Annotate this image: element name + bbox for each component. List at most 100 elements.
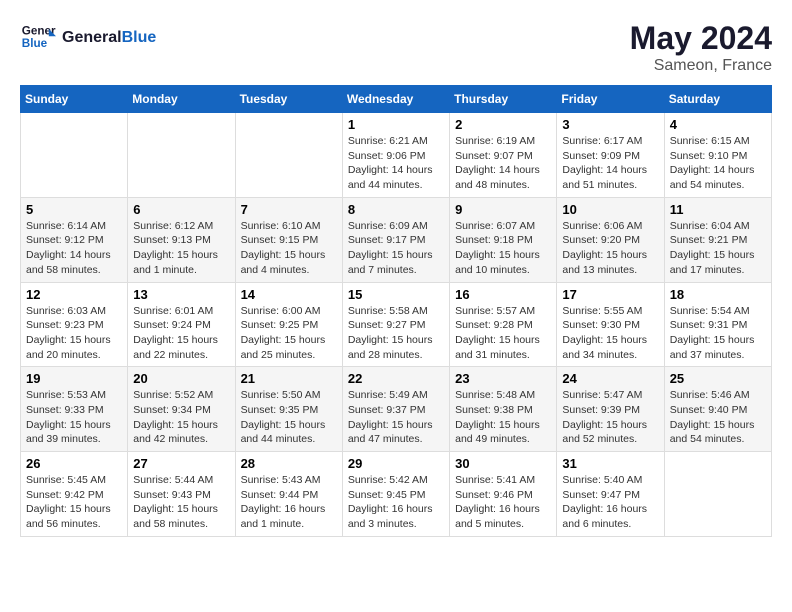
day-number: 30 — [455, 456, 551, 471]
day-number: 10 — [562, 202, 658, 217]
day-info: Sunrise: 6:12 AMSunset: 9:13 PMDaylight:… — [133, 219, 229, 278]
calendar-cell: 27 Sunrise: 5:44 AMSunset: 9:43 PMDayligh… — [128, 452, 235, 537]
svg-text:Blue: Blue — [22, 37, 48, 50]
day-info: Sunrise: 6:14 AMSunset: 9:12 PMDaylight:… — [26, 219, 122, 278]
day-number: 18 — [670, 287, 766, 302]
calendar-cell: 1Sunrise: 6:21 AMSunset: 9:06 PMDaylight… — [342, 113, 449, 198]
day-number: 6 — [133, 202, 229, 217]
day-info: Sunrise: 6:01 AMSunset: 9:24 PMDaylight:… — [133, 304, 229, 363]
day-number: 13 — [133, 287, 229, 302]
calendar-cell: 25Sunrise: 5:46 AMSunset: 9:40 PMDayligh… — [664, 367, 771, 452]
day-info: Sunrise: 6:04 AMSunset: 9:21 PMDaylight:… — [670, 219, 766, 278]
day-number: 11 — [670, 202, 766, 217]
logo: General Blue GeneralBlue — [20, 20, 156, 56]
day-number: 4 — [670, 117, 766, 132]
calendar-cell: 10 Sunrise: 6:06 AMSunset: 9:20 PMDayligh… — [557, 197, 664, 282]
calendar-cell: 28Sunrise: 5:43 AMSunset: 9:44 PMDayligh… — [235, 452, 342, 537]
calendar-cell: 29Sunrise: 5:42 AMSunset: 9:45 PMDayligh… — [342, 452, 449, 537]
day-number: 22 — [348, 371, 444, 386]
calendar-cell: 18Sunrise: 5:54 AMSunset: 9:31 PMDayligh… — [664, 282, 771, 367]
day-info: Sunrise: 5:58 AMSunset: 9:27 PMDaylight:… — [348, 304, 444, 363]
calendar-cell: 4Sunrise: 6:15 AMSunset: 9:10 PMDaylight… — [664, 113, 771, 198]
day-header-wednesday: Wednesday — [342, 86, 449, 113]
day-number: 23 — [455, 371, 551, 386]
calendar-cell: 24Sunrise: 5:47 AMSunset: 9:39 PMDayligh… — [557, 367, 664, 452]
day-number: 14 — [241, 287, 337, 302]
logo-icon: General Blue — [20, 20, 56, 56]
day-header-monday: Monday — [128, 86, 235, 113]
calendar-week-row: 12 Sunrise: 6:03 AMSunset: 9:23 PMDayligh… — [21, 282, 772, 367]
calendar-week-row: 1Sunrise: 6:21 AMSunset: 9:06 PMDaylight… — [21, 113, 772, 198]
calendar-cell: 5Sunrise: 6:14 AMSunset: 9:12 PMDaylight… — [21, 197, 128, 282]
calendar-cell: 20 Sunrise: 5:52 AMSunset: 9:34 PMDayligh… — [128, 367, 235, 452]
day-number: 31 — [562, 456, 658, 471]
day-number: 7 — [241, 202, 337, 217]
day-number: 16 — [455, 287, 551, 302]
calendar-cell: 30 Sunrise: 5:41 AMSunset: 9:46 PMDayligh… — [450, 452, 557, 537]
day-number: 12 — [26, 287, 122, 302]
day-number: 17 — [562, 287, 658, 302]
calendar-cell — [128, 113, 235, 198]
day-info: Sunrise: 5:49 AMSunset: 9:37 PMDaylight:… — [348, 388, 444, 447]
day-number: 28 — [241, 456, 337, 471]
calendar-cell — [21, 113, 128, 198]
calendar-cell: 11 Sunrise: 6:04 AMSunset: 9:21 PMDayligh… — [664, 197, 771, 282]
day-info: Sunrise: 6:03 AMSunset: 9:23 PMDaylight:… — [26, 304, 122, 363]
calendar-cell: 7Sunrise: 6:10 AMSunset: 9:15 PMDaylight… — [235, 197, 342, 282]
day-info: Sunrise: 5:45 AMSunset: 9:42 PMDaylight:… — [26, 473, 122, 532]
day-number: 9 — [455, 202, 551, 217]
day-number: 8 — [348, 202, 444, 217]
calendar-cell: 13 Sunrise: 6:01 AMSunset: 9:24 PMDayligh… — [128, 282, 235, 367]
day-header-thursday: Thursday — [450, 86, 557, 113]
calendar-week-row: 26Sunrise: 5:45 AMSunset: 9:42 PMDayligh… — [21, 452, 772, 537]
day-info: Sunrise: 6:09 AMSunset: 9:17 PMDaylight:… — [348, 219, 444, 278]
day-header-tuesday: Tuesday — [235, 86, 342, 113]
day-info: Sunrise: 5:40 AMSunset: 9:47 PMDaylight:… — [562, 473, 658, 532]
calendar-week-row: 5Sunrise: 6:14 AMSunset: 9:12 PMDaylight… — [21, 197, 772, 282]
day-info: Sunrise: 6:06 AMSunset: 9:20 PMDaylight:… — [562, 219, 658, 278]
calendar-cell: 22 Sunrise: 5:49 AMSunset: 9:37 PMDayligh… — [342, 367, 449, 452]
calendar-table: SundayMondayTuesdayWednesdayThursdayFrid… — [20, 85, 772, 537]
logo-text: GeneralBlue — [62, 29, 156, 47]
calendar-cell: 17 Sunrise: 5:55 AMSunset: 9:30 PMDayligh… — [557, 282, 664, 367]
day-header-sunday: Sunday — [21, 86, 128, 113]
day-number: 3 — [562, 117, 658, 132]
calendar-cell — [235, 113, 342, 198]
calendar-cell — [664, 452, 771, 537]
calendar-cell: 15 Sunrise: 5:58 AMSunset: 9:27 PMDayligh… — [342, 282, 449, 367]
calendar-cell: 26Sunrise: 5:45 AMSunset: 9:42 PMDayligh… — [21, 452, 128, 537]
calendar-cell: 16 Sunrise: 5:57 AMSunset: 9:28 PMDayligh… — [450, 282, 557, 367]
calendar-header-row: SundayMondayTuesdayWednesdayThursdayFrid… — [21, 86, 772, 113]
day-header-friday: Friday — [557, 86, 664, 113]
day-info: Sunrise: 5:42 AMSunset: 9:45 PMDaylight:… — [348, 473, 444, 532]
day-info: Sunrise: 5:44 AMSunset: 9:43 PMDaylight:… — [133, 473, 229, 532]
day-number: 20 — [133, 371, 229, 386]
day-info: Sunrise: 6:17 AMSunset: 9:09 PMDaylight:… — [562, 134, 658, 193]
calendar-cell: 8 Sunrise: 6:09 AMSunset: 9:17 PMDaylight… — [342, 197, 449, 282]
calendar-cell: 23 Sunrise: 5:48 AMSunset: 9:38 PMDayligh… — [450, 367, 557, 452]
calendar-cell: 2Sunrise: 6:19 AMSunset: 9:07 PMDaylight… — [450, 113, 557, 198]
title-block: May 2024 Sameon, France — [630, 20, 772, 75]
calendar-cell: 6 Sunrise: 6:12 AMSunset: 9:13 PMDaylight… — [128, 197, 235, 282]
day-info: Sunrise: 5:48 AMSunset: 9:38 PMDaylight:… — [455, 388, 551, 447]
calendar-cell: 3 Sunrise: 6:17 AMSunset: 9:09 PMDaylight… — [557, 113, 664, 198]
day-info: Sunrise: 6:00 AMSunset: 9:25 PMDaylight:… — [241, 304, 337, 363]
calendar-week-row: 19Sunrise: 5:53 AMSunset: 9:33 PMDayligh… — [21, 367, 772, 452]
day-number: 21 — [241, 371, 337, 386]
day-info: Sunrise: 5:47 AMSunset: 9:39 PMDaylight:… — [562, 388, 658, 447]
calendar-cell: 9 Sunrise: 6:07 AMSunset: 9:18 PMDaylight… — [450, 197, 557, 282]
day-header-saturday: Saturday — [664, 86, 771, 113]
calendar-cell: 19Sunrise: 5:53 AMSunset: 9:33 PMDayligh… — [21, 367, 128, 452]
day-number: 2 — [455, 117, 551, 132]
day-number: 27 — [133, 456, 229, 471]
day-info: Sunrise: 5:57 AMSunset: 9:28 PMDaylight:… — [455, 304, 551, 363]
location-subtitle: Sameon, France — [630, 57, 772, 75]
day-info: Sunrise: 5:55 AMSunset: 9:30 PMDaylight:… — [562, 304, 658, 363]
day-number: 1 — [348, 117, 444, 132]
day-info: Sunrise: 5:53 AMSunset: 9:33 PMDaylight:… — [26, 388, 122, 447]
day-info: Sunrise: 5:41 AMSunset: 9:46 PMDaylight:… — [455, 473, 551, 532]
day-info: Sunrise: 6:07 AMSunset: 9:18 PMDaylight:… — [455, 219, 551, 278]
day-number: 15 — [348, 287, 444, 302]
day-info: Sunrise: 5:52 AMSunset: 9:34 PMDaylight:… — [133, 388, 229, 447]
calendar-cell: 31 Sunrise: 5:40 AMSunset: 9:47 PMDayligh… — [557, 452, 664, 537]
